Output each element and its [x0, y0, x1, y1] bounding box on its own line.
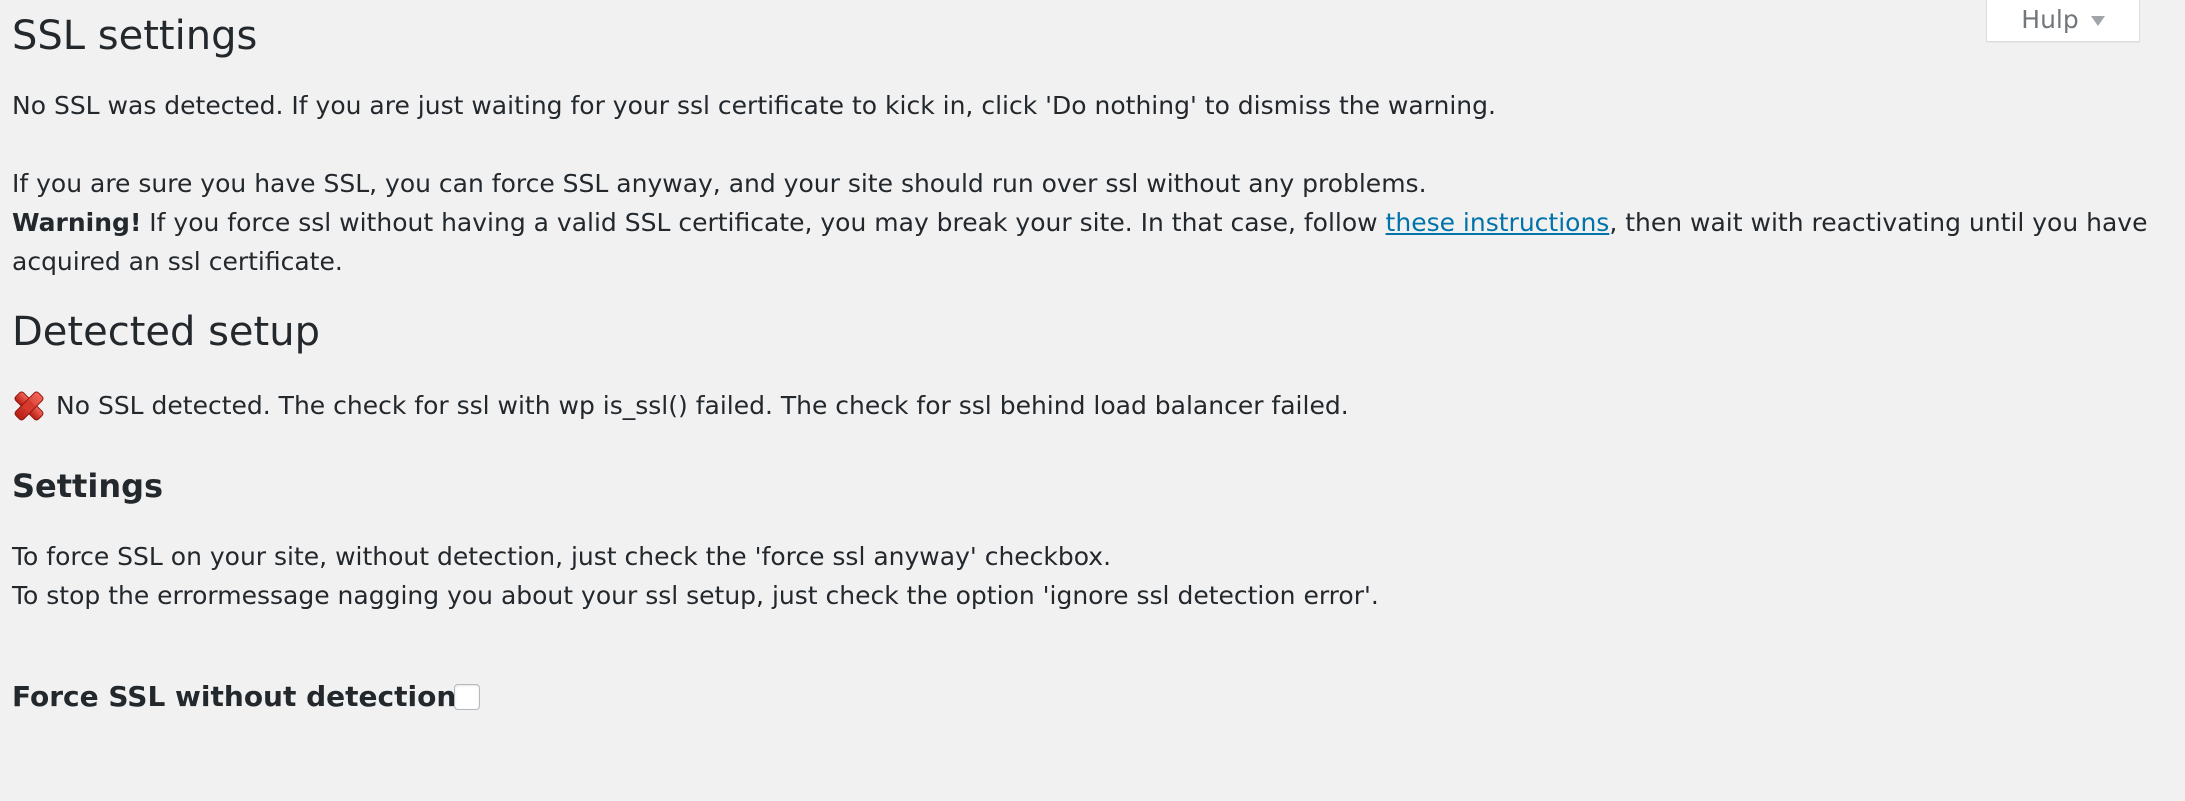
detection-status: No SSL detected. The check for ssl with …	[12, 388, 1349, 424]
detection-status-text: No SSL detected. The check for ssl with …	[56, 391, 1349, 420]
detected-setup-heading: Detected setup	[12, 309, 320, 355]
force-ssl-label: Force SSL without detection	[12, 680, 457, 713]
page-title: SSL settings	[12, 13, 258, 59]
warning-message: Warning! If you force ssl without having…	[12, 203, 2182, 281]
settings-line-force: To force SSL on your site, without detec…	[12, 542, 1112, 571]
no-ssl-message: No SSL was detected. If you are just wai…	[12, 91, 1496, 120]
red-x-icon	[14, 391, 44, 421]
instructions-link[interactable]: these instructions	[1386, 208, 1610, 237]
help-tab-button[interactable]: Hulp	[1986, 0, 2140, 42]
force-ssl-checkbox[interactable]	[454, 683, 480, 710]
settings-line-ignore: To stop the errormessage nagging you abo…	[12, 581, 1379, 610]
force-ssl-row: Force SSL without detection	[12, 680, 480, 713]
help-tab-label: Hulp	[2021, 5, 2079, 34]
caret-down-icon	[2090, 15, 2105, 26]
force-anyway-message: If you are sure you have SSL, you can fo…	[12, 169, 1427, 198]
warning-label: Warning!	[12, 208, 142, 237]
settings-heading: Settings	[12, 467, 164, 505]
warning-text-before: If you force ssl without having a valid …	[141, 208, 1386, 237]
